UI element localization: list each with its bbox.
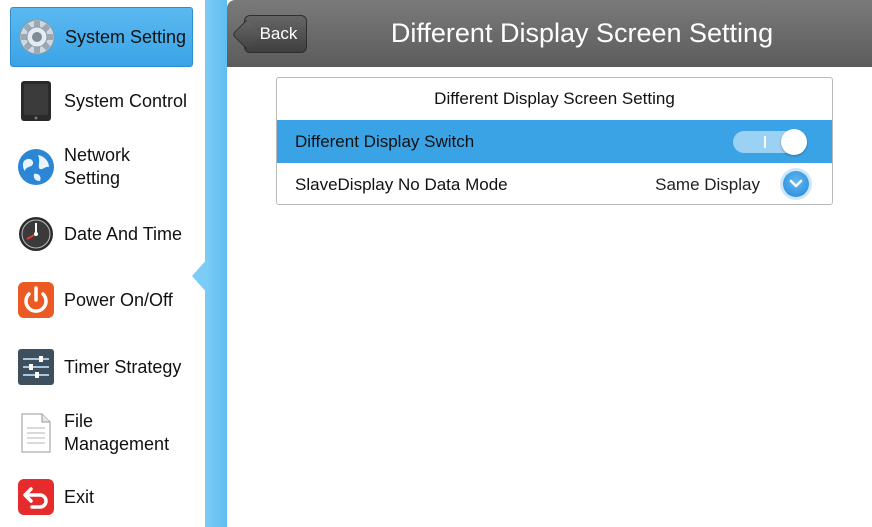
main-content: Back Different Display Screen Setting Di… bbox=[227, 0, 872, 527]
sidebar-item-network-setting[interactable]: Network Setting bbox=[10, 137, 193, 197]
toggle-on-mark bbox=[764, 136, 766, 148]
back-button-label: Back bbox=[259, 24, 298, 43]
sidebar-item-label: File Management bbox=[64, 410, 169, 456]
active-item-pointer bbox=[192, 258, 208, 294]
sidebar-item-label: System Control bbox=[64, 90, 188, 111]
sidebar-item-label: Date And Time bbox=[64, 223, 183, 244]
sidebar-item-label: Power On/Off bbox=[64, 289, 173, 310]
power-icon bbox=[16, 280, 56, 320]
slave-display-mode-row[interactable]: SlaveDisplay No Data Mode Same Display bbox=[277, 163, 832, 204]
sidebar-item-power-on-off[interactable]: Power On/Off bbox=[10, 270, 193, 330]
panel-title: Different Display Screen Setting bbox=[434, 89, 675, 108]
sidebar-item-label: Exit bbox=[64, 486, 95, 507]
sidebar: System Setting System Control Network Se… bbox=[0, 0, 205, 527]
header-bar: Back Different Display Screen Setting bbox=[227, 0, 872, 67]
sidebar-item-label-line2: Setting bbox=[64, 168, 121, 188]
sidebar-item-label: Network Setting bbox=[64, 144, 130, 190]
settings-panel: Different Display Screen Setting Differe… bbox=[276, 77, 833, 205]
globe-icon bbox=[16, 147, 56, 187]
sidebar-item-file-management[interactable]: File Management bbox=[10, 403, 193, 463]
sidebar-item-label-line2: Management bbox=[64, 434, 170, 454]
tablet-icon bbox=[16, 81, 56, 121]
sidebar-item-label-line1: Network bbox=[64, 145, 131, 165]
row-label: SlaveDisplay No Data Mode bbox=[295, 174, 508, 194]
sidebar-item-exit[interactable]: Exit bbox=[10, 467, 193, 527]
different-display-toggle[interactable] bbox=[733, 129, 807, 155]
gear-icon bbox=[17, 17, 57, 57]
clock-icon bbox=[16, 214, 56, 254]
sidebar-item-system-control[interactable]: System Control bbox=[10, 71, 193, 131]
document-icon bbox=[16, 413, 56, 453]
slave-display-mode-value: Same Display bbox=[655, 174, 760, 194]
sidebar-item-date-and-time[interactable]: Date And Time bbox=[10, 204, 193, 264]
exit-icon bbox=[16, 477, 56, 517]
decorative-strip bbox=[205, 0, 227, 527]
sidebar-item-system-setting[interactable]: System Setting bbox=[10, 7, 193, 67]
chevron-down-icon[interactable] bbox=[783, 171, 809, 197]
sidebar-item-timer-strategy[interactable]: Timer Strategy bbox=[10, 337, 193, 397]
back-button[interactable]: Back bbox=[244, 15, 307, 53]
sidebar-item-label: Timer Strategy bbox=[64, 356, 182, 377]
different-display-switch-row[interactable]: Different Display Switch bbox=[277, 120, 832, 163]
sidebar-item-label-line1: File bbox=[64, 411, 94, 431]
row-label: Different Display Switch bbox=[295, 131, 475, 151]
page-title: Different Display Screen Setting bbox=[390, 18, 774, 48]
toggle-knob bbox=[781, 129, 807, 155]
sliders-icon bbox=[16, 347, 56, 387]
sidebar-item-label: System Setting bbox=[65, 26, 187, 47]
